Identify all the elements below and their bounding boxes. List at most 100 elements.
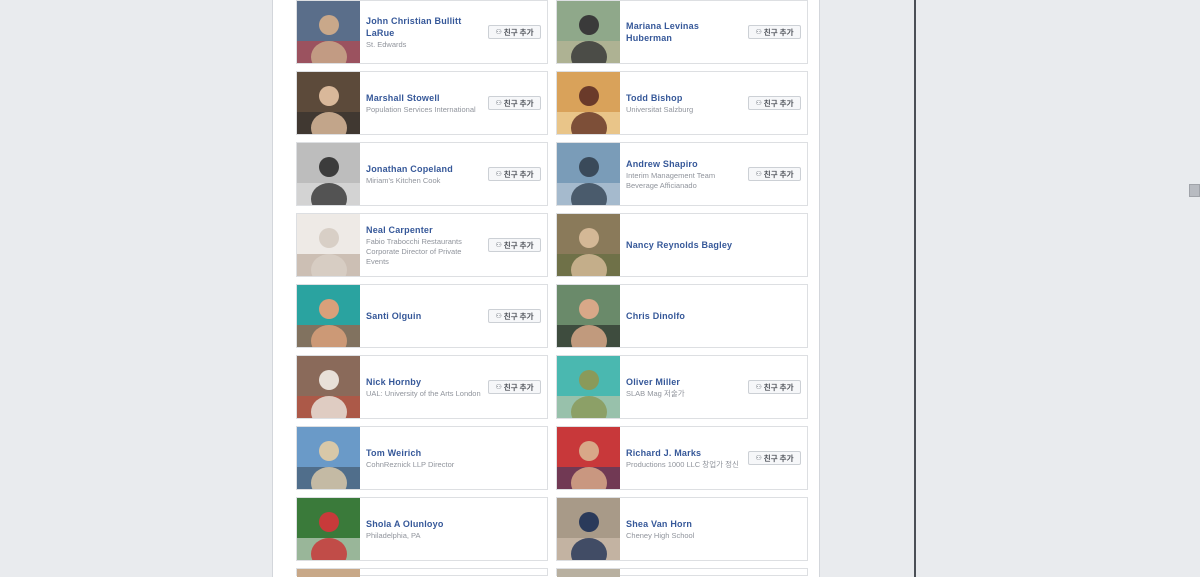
friend-card: Tom Weirich CohnReznick LLP Director xyxy=(296,426,548,490)
profile-photo-image xyxy=(557,1,620,63)
friend-name-link[interactable]: Todd Bishop xyxy=(626,92,746,104)
add-friend-label: 친구 추가 xyxy=(503,98,534,108)
friend-card: Andrew Shapiro Interim Management Team Be… xyxy=(556,142,808,206)
friend-subtitle: St. Edwards xyxy=(366,39,407,49)
friend-subtitle: Productions 1000 LLC 창업가 정신 xyxy=(626,459,739,469)
friend-name-link[interactable]: Neal Carpenter xyxy=(366,224,486,236)
profile-photo[interactable] xyxy=(557,1,620,63)
profile-photo-image xyxy=(297,72,360,134)
profile-photo[interactable] xyxy=(297,72,360,134)
person-plus-icon: ⚇ xyxy=(755,170,762,178)
friend-name-link[interactable]: Oliver Miller xyxy=(626,376,746,388)
profile-photo-image xyxy=(557,285,620,347)
profile-photo-image xyxy=(297,143,360,205)
add-friend-button[interactable]: ⚇ 친구 추가 xyxy=(488,167,541,181)
friend-info: Jonathan Copeland Miriam's Kitchen Cook xyxy=(366,143,486,205)
friend-card: Nick Hornby UAL: University of the Arts L… xyxy=(296,355,548,419)
friend-name-link[interactable]: Tom Weirich xyxy=(366,447,541,459)
profile-photo[interactable] xyxy=(557,569,620,577)
profile-photo[interactable] xyxy=(297,1,360,63)
friend-name-link[interactable]: Mariana Levinas Huberman xyxy=(626,20,746,44)
add-friend-label: 친구 추가 xyxy=(763,453,794,463)
friend-subtitle: Population Services International xyxy=(366,104,476,114)
friend-info: Shea Van Horn Cheney High School xyxy=(626,498,801,560)
profile-photo-image xyxy=(297,427,360,489)
friend-info: Mariana Levinas Huberman xyxy=(626,1,746,63)
profile-photo[interactable] xyxy=(557,143,620,205)
add-friend-button[interactable]: ⚇ 친구 추가 xyxy=(488,96,541,110)
profile-photo[interactable] xyxy=(557,214,620,276)
add-friend-button[interactable]: ⚇ 친구 추가 xyxy=(748,96,801,110)
friend-info: Santi Olguin xyxy=(366,285,486,347)
friend-info: Richard J. Marks Productions 1000 LLC 창업가… xyxy=(626,427,746,489)
profile-photo-image xyxy=(557,143,620,205)
friend-name-link[interactable]: Andrew Shapiro xyxy=(626,158,746,170)
friend-name-link[interactable]: Marshall Stowell xyxy=(366,92,486,104)
friend-subtitle: Fabio Trabocchi Restaurants Corporate Di… xyxy=(366,236,462,266)
person-plus-icon: ⚇ xyxy=(755,28,762,36)
friend-info: Shola A Olunloyo Philadelphia, PA xyxy=(366,498,541,560)
profile-photo-image xyxy=(557,72,620,134)
page-background-left xyxy=(0,0,272,577)
scrollbar-thumb[interactable] xyxy=(1189,184,1200,197)
profile-photo[interactable] xyxy=(297,285,360,347)
profile-photo[interactable] xyxy=(297,569,360,577)
profile-photo[interactable] xyxy=(297,427,360,489)
friend-info: Chris Dinolfo xyxy=(626,285,801,347)
friend-name-link[interactable]: Nick Hornby xyxy=(366,376,486,388)
friend-name-link[interactable]: Shea Van Horn xyxy=(626,518,801,530)
friend-name-link[interactable]: Richard J. Marks xyxy=(626,447,746,459)
friend-subtitle: UAL: University of the Arts London xyxy=(366,388,481,398)
profile-photo[interactable] xyxy=(297,356,360,418)
profile-photo[interactable] xyxy=(297,143,360,205)
add-friend-label: 친구 추가 xyxy=(763,169,794,179)
friend-name-link[interactable]: Santi Olguin xyxy=(366,310,486,322)
add-friend-button[interactable]: ⚇ 친구 추가 xyxy=(748,451,801,465)
add-friend-label: 친구 추가 xyxy=(763,27,794,37)
friend-card: Shea Van Horn Cheney High School xyxy=(556,497,808,561)
person-plus-icon: ⚇ xyxy=(495,99,502,107)
friend-name-link[interactable]: Jonathan Copeland xyxy=(366,163,486,175)
friend-subtitle: CohnReznick LLP Director xyxy=(366,459,455,469)
friend-subtitle: Cheney High School xyxy=(626,530,695,540)
friend-name-link[interactable]: Nancy Reynolds Bagley xyxy=(626,239,801,251)
profile-photo[interactable] xyxy=(557,72,620,134)
add-friend-label: 친구 추가 xyxy=(503,169,534,179)
profile-photo[interactable] xyxy=(557,356,620,418)
friend-card: Shola A Olunloyo Philadelphia, PA xyxy=(296,497,548,561)
add-friend-button[interactable]: ⚇ 친구 추가 xyxy=(488,238,541,252)
friend-card: Marshall Stowell Population Services Inte… xyxy=(296,71,548,135)
friend-name-link[interactable]: Shola A Olunloyo xyxy=(366,518,541,530)
add-friend-button[interactable]: ⚇ 친구 추가 xyxy=(488,309,541,323)
add-friend-button[interactable]: ⚇ 친구 추가 xyxy=(748,167,801,181)
profile-photo[interactable] xyxy=(557,285,620,347)
profile-photo[interactable] xyxy=(297,498,360,560)
add-friend-label: 친구 추가 xyxy=(503,311,534,321)
person-plus-icon: ⚇ xyxy=(495,241,502,249)
profile-photo-image xyxy=(557,356,620,418)
friend-name-link[interactable]: John Christian Bullitt LaRue xyxy=(366,15,486,39)
friend-subtitle: Interim Management Team Beverage Afficia… xyxy=(626,170,716,190)
person-plus-icon: ⚇ xyxy=(755,454,762,462)
page-background-right xyxy=(916,0,1200,577)
profile-photo[interactable] xyxy=(557,498,620,560)
profile-photo-image xyxy=(557,214,620,276)
add-friend-label: 친구 추가 xyxy=(503,382,534,392)
person-plus-icon: ⚇ xyxy=(495,170,502,178)
friend-card: Chris Dinolfo xyxy=(556,284,808,348)
add-friend-button[interactable]: ⚇ 친구 추가 xyxy=(488,25,541,39)
friend-subtitle: Universitat Salzburg xyxy=(626,104,694,114)
add-friend-button[interactable]: ⚇ 친구 추가 xyxy=(488,380,541,394)
person-plus-icon: ⚇ xyxy=(495,383,502,391)
friends-grid: John Christian Bullitt LaRue St. Edwards ⚇… xyxy=(296,0,810,577)
friend-subtitle: Miriam's Kitchen Cook xyxy=(366,175,441,185)
friend-name-link[interactable]: Chris Dinolfo xyxy=(626,310,801,322)
profile-photo[interactable] xyxy=(297,214,360,276)
add-friend-button[interactable]: ⚇ 친구 추가 xyxy=(748,380,801,394)
friend-info: Oliver Miller SLAB Mag 저술가 xyxy=(626,356,746,418)
person-plus-icon: ⚇ xyxy=(495,28,502,36)
add-friend-button[interactable]: ⚇ 친구 추가 xyxy=(748,25,801,39)
profile-photo[interactable] xyxy=(557,427,620,489)
friend-card: Jonathan Copeland Miriam's Kitchen Cook ⚇ 친… xyxy=(296,142,548,206)
friend-card: John Christian Bullitt LaRue St. Edwards ⚇… xyxy=(296,0,548,64)
